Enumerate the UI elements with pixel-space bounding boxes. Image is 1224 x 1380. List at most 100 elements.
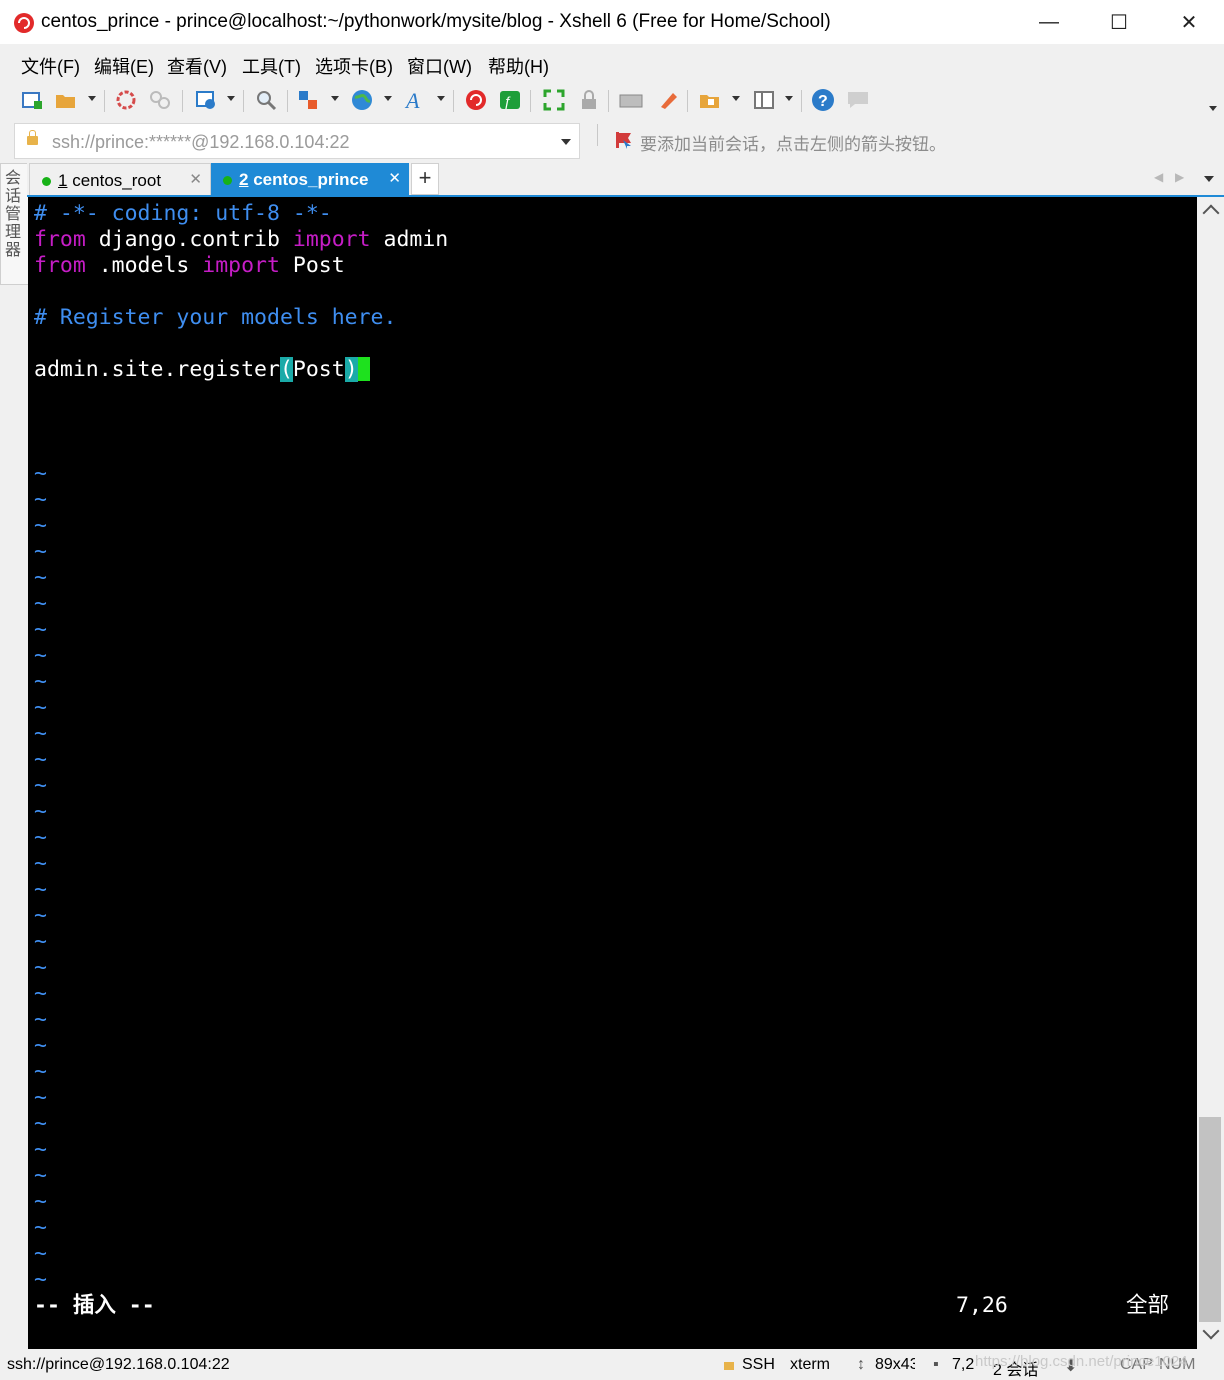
tab-scroll-right-icon[interactable]: ▶ — [1175, 170, 1184, 184]
menu-tabs[interactable]: 选项卡(B) — [315, 53, 393, 79]
font-icon[interactable]: A — [404, 88, 428, 112]
tab-close-icon[interactable]: ✕ — [189, 170, 202, 188]
minimize-button[interactable]: — — [1014, 0, 1084, 44]
empty-line-marker: ~ — [34, 825, 47, 850]
terminal[interactable]: # -*- coding: utf-8 -*- from django.cont… — [28, 197, 1197, 1349]
tab-scroll-left-icon[interactable]: ◀ — [1154, 170, 1163, 184]
open-dropdown-icon[interactable] — [88, 96, 96, 101]
close-button[interactable]: ✕ — [1154, 0, 1224, 44]
window-title: centos_prince - prince@localhost:~/pytho… — [41, 11, 831, 32]
xshell-icon[interactable] — [464, 88, 488, 112]
add-session-arrow-icon[interactable] — [614, 131, 634, 149]
transfer-dropdown-icon[interactable] — [331, 96, 339, 101]
empty-line-marker: ~ — [34, 695, 47, 720]
menu-view[interactable]: 查看(V) — [167, 53, 227, 79]
toolbar-separator — [287, 90, 288, 112]
empty-line-marker: ~ — [34, 1111, 47, 1136]
menu-tools[interactable]: 工具(T) — [242, 53, 301, 79]
xftp-icon[interactable]: ƒ — [498, 88, 522, 112]
toolbar-separator — [801, 90, 802, 112]
toolbar-separator — [182, 90, 183, 112]
empty-line-marker: ~ — [34, 461, 47, 486]
empty-line-marker: ~ — [34, 877, 47, 902]
empty-line-marker: ~ — [34, 539, 47, 564]
close-icon: ✕ — [1180, 11, 1198, 34]
svg-text:A: A — [404, 88, 420, 112]
fullscreen-icon[interactable] — [542, 88, 566, 112]
code-line-1: # -*- coding: utf-8 -*- — [34, 201, 332, 226]
lock-icon[interactable] — [577, 88, 601, 112]
empty-line-marker: ~ — [34, 1241, 47, 1266]
toolbar: A ƒ ? — [0, 82, 1224, 120]
properties-dropdown-icon[interactable] — [227, 96, 235, 101]
empty-line-marker: ~ — [34, 747, 47, 772]
empty-line-marker: ~ — [34, 513, 47, 538]
terminal-scrollbar[interactable] — [1197, 197, 1224, 1349]
tab-close-icon[interactable]: ✕ — [388, 169, 401, 187]
empty-line-marker: ~ — [34, 799, 47, 824]
tab-centos-prince[interactable]: 2 centos_prince ✕ — [211, 163, 409, 196]
toolbar-separator — [243, 90, 244, 112]
empty-line-marker: ~ — [34, 929, 47, 954]
empty-line-marker: ~ — [34, 851, 47, 876]
toolbar-overflow-icon[interactable] — [1209, 106, 1217, 111]
transfer-icon[interactable] — [296, 88, 320, 112]
font-dropdown-icon[interactable] — [437, 96, 445, 101]
new-tab-button[interactable]: + — [411, 163, 439, 195]
status-connection: ssh://prince@192.168.0.104:22 — [7, 1356, 230, 1373]
xshell-logo-icon — [14, 13, 34, 33]
empty-line-marker: ~ — [34, 669, 47, 694]
empty-line-marker: ~ — [34, 1189, 47, 1214]
tab-centos-root[interactable]: 1 centos_root ✕ — [29, 163, 211, 197]
tab-label: 2 centos_prince — [239, 170, 369, 189]
tab-list-icon[interactable] — [1204, 176, 1214, 182]
empty-line-marker: ~ — [34, 1137, 47, 1162]
globe-dropdown-icon[interactable] — [384, 96, 392, 101]
menu-edit[interactable]: 编辑(E) — [94, 53, 154, 79]
watermark: https://blog.csdn.net/prince1024 — [975, 1353, 1188, 1370]
scroll-thumb[interactable] — [1199, 1117, 1221, 1322]
empty-line-marker: ~ — [34, 721, 47, 746]
new-folder-icon[interactable] — [698, 88, 722, 112]
layout-dropdown-icon[interactable] — [785, 96, 793, 101]
menu-file[interactable]: 文件(F) — [21, 53, 80, 79]
code-line-3: from .models import Post — [34, 253, 345, 278]
keyboard-icon[interactable] — [619, 88, 643, 112]
properties-icon[interactable] — [194, 88, 218, 112]
disconnect-icon[interactable] — [148, 88, 172, 112]
find-icon[interactable] — [254, 88, 278, 112]
empty-line-marker: ~ — [34, 1033, 47, 1058]
open-folder-icon[interactable] — [54, 88, 78, 112]
empty-line-marker: ~ — [34, 591, 47, 616]
vim-mode: -- 插入 -- — [34, 1293, 155, 1318]
toolbar-separator — [453, 90, 454, 112]
scroll-up-icon[interactable] — [1202, 204, 1220, 222]
code-line-7: admin.site.register(Post) — [34, 357, 370, 383]
menu-window[interactable]: 窗口(W) — [407, 53, 472, 79]
chat-icon[interactable] — [846, 88, 870, 112]
help-icon[interactable]: ? — [811, 88, 835, 112]
svg-text:ƒ: ƒ — [504, 93, 512, 109]
status-terminal-type: xterm — [790, 1356, 830, 1373]
maximize-button[interactable]: ☐ — [1084, 0, 1154, 44]
menu-bar: 文件(F) 编辑(E) 查看(V) 工具(T) 选项卡(B) 窗口(W) 帮助(… — [0, 44, 1224, 82]
session-manager-toggle[interactable]: 会话管理器 — [0, 163, 29, 285]
globe-icon[interactable] — [350, 88, 374, 112]
folder-dropdown-icon[interactable] — [732, 96, 740, 101]
address-dropdown-icon[interactable] — [561, 139, 571, 145]
layout-icon[interactable] — [752, 88, 776, 112]
connected-status-icon — [223, 176, 232, 185]
empty-line-marker: ~ — [34, 565, 47, 590]
reconnect-icon[interactable] — [114, 88, 138, 112]
address-input[interactable]: ssh://prince:******@192.168.0.104:22 — [52, 132, 349, 153]
highlight-icon[interactable] — [656, 88, 680, 112]
scroll-down-icon[interactable] — [1202, 1322, 1220, 1340]
empty-line-marker: ~ — [34, 903, 47, 928]
svg-text:?: ? — [818, 93, 828, 110]
address-bar[interactable]: ssh://prince:******@192.168.0.104:22 — [14, 123, 580, 159]
menu-help[interactable]: 帮助(H) — [488, 53, 549, 79]
empty-line-marker: ~ — [34, 1163, 47, 1188]
new-session-icon[interactable] — [20, 88, 44, 112]
maximize-icon: ☐ — [1110, 11, 1128, 34]
empty-line-marker: ~ — [34, 643, 47, 668]
